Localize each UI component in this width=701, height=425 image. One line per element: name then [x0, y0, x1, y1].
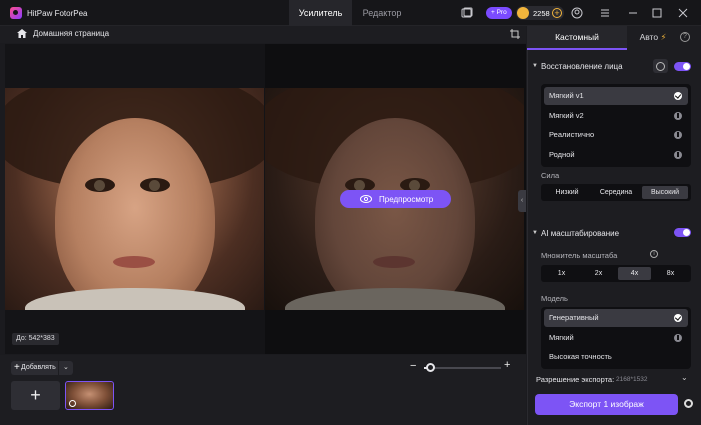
strength-high[interactable]: Высокий: [642, 186, 688, 199]
chevron-double-down-icon[interactable]: ⌄: [681, 373, 688, 382]
lightning-icon: ⚡: [660, 32, 667, 42]
tab-editor[interactable]: Редактор: [352, 0, 412, 26]
add-coins-icon[interactable]: +: [552, 8, 562, 18]
clock-icon: [69, 400, 76, 407]
home-icon[interactable]: [17, 29, 27, 38]
app-name: HitPaw FotorPea: [27, 9, 88, 18]
face-model-option[interactable]: Мягкий v1: [544, 87, 688, 105]
upscale-toggle[interactable]: [674, 228, 691, 237]
add-image-button[interactable]: + Добавлять ⌄: [11, 361, 73, 375]
gear-icon[interactable]: [684, 399, 693, 408]
face-model-option[interactable]: Мягкий v2: [544, 107, 688, 125]
preview-label: Предпросмотр: [379, 195, 434, 204]
scale-selector: 1x 2x 4x 8x: [541, 265, 691, 282]
upscale-model-option[interactable]: Генеративный: [544, 309, 688, 327]
app-logo-icon: [10, 7, 22, 19]
coin-balance[interactable]: 2258 +: [516, 6, 564, 20]
pro-badge[interactable]: + Pro: [486, 7, 512, 19]
caret-down-icon[interactable]: ▼: [532, 230, 538, 236]
scale-label: Множитель масштаба: [541, 251, 618, 260]
zoom-out-button[interactable]: −: [410, 360, 416, 372]
download-icon[interactable]: [674, 151, 682, 159]
original-size-label: До: 542*383: [12, 333, 59, 345]
crop-icon[interactable]: [510, 29, 520, 39]
strength-label: Сила: [541, 171, 560, 180]
check-icon: [674, 314, 682, 322]
zoom-in-button[interactable]: +: [504, 359, 510, 371]
face-detect-icon[interactable]: [653, 59, 668, 73]
download-icon[interactable]: [674, 131, 682, 139]
download-icon[interactable]: [674, 334, 682, 342]
strength-low[interactable]: Низкий: [544, 186, 590, 199]
menu-icon[interactable]: [599, 7, 611, 19]
plus-icon: +: [14, 362, 20, 373]
strength-selector: Низкий Середина Высокий: [541, 184, 691, 201]
zoom-slider-track[interactable]: [424, 367, 501, 369]
tab-enhancer[interactable]: Усилитель: [289, 0, 352, 26]
face-model-option[interactable]: Родной: [544, 146, 688, 164]
caret-down-icon[interactable]: ▼: [532, 63, 538, 69]
close-icon[interactable]: [677, 7, 689, 19]
export-resolution-value: 2168*1532: [616, 376, 648, 383]
collapse-panel-handle[interactable]: ‹: [518, 190, 526, 212]
history-icon[interactable]: [461, 7, 473, 19]
add-label: Добавлять: [21, 364, 56, 371]
scale-4x[interactable]: 4x: [618, 267, 651, 280]
coin-icon: [517, 7, 529, 19]
original-image: [5, 88, 264, 310]
upscale-model-option[interactable]: Мягкий: [544, 329, 688, 347]
upscale-model-option[interactable]: Высокая точность: [544, 348, 688, 366]
export-button[interactable]: Экспорт 1 изображ: [535, 394, 678, 415]
face-restore-title: Восстановление лица: [541, 62, 623, 71]
scale-1x[interactable]: 1x: [544, 267, 579, 280]
eye-icon: [360, 195, 372, 203]
image-thumbnail[interactable]: [65, 381, 114, 410]
tab-custom[interactable]: Кастомный: [527, 26, 627, 50]
upscale-title: AI масштабирование: [541, 229, 620, 238]
tab-auto[interactable]: Авто ⚡: [627, 26, 679, 50]
chevron-down-icon[interactable]: ⌄: [63, 363, 69, 371]
help-icon[interactable]: ?: [680, 32, 690, 42]
preview-button[interactable]: Предпросмотр: [340, 190, 451, 208]
face-restore-toggle[interactable]: [674, 62, 691, 71]
upscale-model-list: Генеративный Мягкий Высокая точность: [541, 307, 691, 369]
info-icon[interactable]: i: [650, 250, 658, 258]
face-model-option[interactable]: Реалистично: [544, 126, 688, 144]
user-icon[interactable]: [571, 7, 583, 19]
download-icon[interactable]: [674, 112, 682, 120]
add-tile-button[interactable]: +: [11, 381, 60, 410]
face-model-list: Мягкий v1 Мягкий v2 Реалистично Родной: [541, 84, 691, 167]
maximize-icon[interactable]: [651, 7, 663, 19]
scale-8x[interactable]: 8x: [653, 267, 688, 280]
tab-auto-label: Авто: [639, 32, 659, 42]
minimize-icon[interactable]: [627, 7, 639, 19]
strength-medium[interactable]: Середина: [592, 186, 640, 199]
export-resolution-label: Разрешение экспорта:: [536, 375, 615, 384]
scale-2x[interactable]: 2x: [581, 267, 616, 280]
coin-count: 2258: [533, 9, 550, 18]
breadcrumb-home[interactable]: Домашняя страница: [33, 29, 109, 38]
model-label: Модель: [541, 294, 568, 303]
check-icon: [674, 92, 682, 100]
